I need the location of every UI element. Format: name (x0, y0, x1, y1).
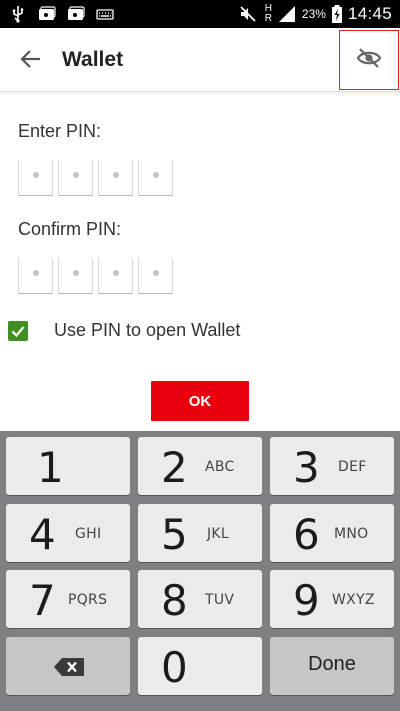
pin-digit-box[interactable] (98, 258, 133, 294)
pin-digit-box[interactable] (98, 160, 133, 196)
key-8[interactable]: 8 TUV (138, 570, 262, 628)
key-digit: 8 (161, 576, 188, 625)
eye-off-icon (356, 47, 382, 74)
back-button[interactable] (14, 44, 48, 78)
key-2[interactable]: 2 ABC (138, 437, 262, 495)
pin-placeholder-dot (73, 172, 79, 178)
check-icon (11, 325, 25, 337)
arrow-left-icon (20, 48, 42, 75)
key-digit: 4 (29, 510, 56, 559)
key-digit: 7 (29, 576, 56, 625)
status-right-icons: H R 23% 14:45 (238, 0, 392, 28)
pin-digit-box[interactable] (18, 160, 53, 196)
key-4[interactable]: 4 GHI (6, 504, 130, 562)
network-type: H R (265, 4, 272, 24)
status-left-icons (8, 0, 115, 28)
key-letters: JKL (207, 526, 230, 542)
key-letters: DEF (338, 459, 367, 475)
key-3[interactable]: 3 DEF (270, 437, 394, 495)
pin-placeholder-dot (33, 270, 39, 276)
key-digit: 6 (293, 510, 320, 559)
pin-placeholder-dot (73, 270, 79, 276)
usb-icon (8, 4, 28, 24)
pin-digit-box[interactable] (58, 160, 93, 196)
key-1[interactable]: 1 (6, 437, 130, 495)
page-title: Wallet (62, 48, 124, 71)
key-letters: TUV (205, 592, 235, 608)
key-letters: ABC (205, 459, 235, 475)
key-7[interactable]: 7 PQRS (6, 570, 130, 628)
key-0[interactable]: 0 (138, 637, 262, 695)
status-bar: H R 23% 14:45 (0, 0, 400, 28)
ok-button[interactable]: OK (151, 381, 249, 421)
signal-icon (277, 4, 297, 24)
pin-placeholder-dot (113, 270, 119, 276)
enter-pin-field[interactable] (18, 160, 173, 196)
key-digit: 0 (161, 643, 188, 692)
key-9[interactable]: 9 WXYZ (270, 570, 394, 628)
battery-percent: 23% (301, 7, 326, 21)
numeric-keypad: 1 2 ABC 3 DEF 4 GHI 5 JKL 6 MNO 7 PQRS 8… (0, 431, 400, 711)
key-digit: 1 (37, 443, 64, 492)
pin-digit-box[interactable] (138, 258, 173, 294)
key-letters: WXYZ (332, 592, 375, 608)
pin-digit-box[interactable] (58, 258, 93, 294)
done-key[interactable]: Done (270, 637, 394, 695)
pin-placeholder-dot (153, 270, 159, 276)
key-letters: PQRS (68, 592, 108, 608)
confirm-pin-label: Confirm PIN: (18, 219, 122, 239)
key-digit: 9 (293, 576, 320, 625)
key-letters: MNO (334, 526, 369, 542)
photo-icon (66, 4, 86, 24)
backspace-key[interactable] (6, 637, 130, 695)
key-digit: 3 (293, 443, 320, 492)
status-time: 14:45 (347, 4, 392, 23)
key-5[interactable]: 5 JKL (138, 504, 262, 562)
photo-icon (37, 4, 57, 24)
done-label: Done (308, 653, 356, 675)
pin-placeholder-dot (153, 172, 159, 178)
backspace-icon (53, 657, 85, 682)
use-pin-checkbox-row[interactable]: Use PIN to open Wallet (8, 320, 240, 341)
key-digit: 5 (161, 510, 188, 559)
enter-pin-label: Enter PIN: (18, 121, 102, 141)
pin-digit-box[interactable] (18, 258, 53, 294)
mute-icon (238, 4, 258, 24)
battery-charging-icon (331, 4, 343, 24)
key-6[interactable]: 6 MNO (270, 504, 394, 562)
keyboard-icon (95, 4, 115, 24)
pin-placeholder-dot (113, 172, 119, 178)
pin-digit-box[interactable] (138, 160, 173, 196)
use-pin-checkbox[interactable] (8, 320, 28, 341)
pin-placeholder-dot (33, 172, 39, 178)
use-pin-label: Use PIN to open Wallet (54, 320, 241, 340)
key-letters: GHI (75, 526, 102, 542)
key-digit: 2 (161, 443, 188, 492)
confirm-pin-field[interactable] (18, 258, 173, 294)
network-r: R (264, 13, 272, 24)
toggle-pin-visibility-button[interactable] (339, 30, 399, 90)
